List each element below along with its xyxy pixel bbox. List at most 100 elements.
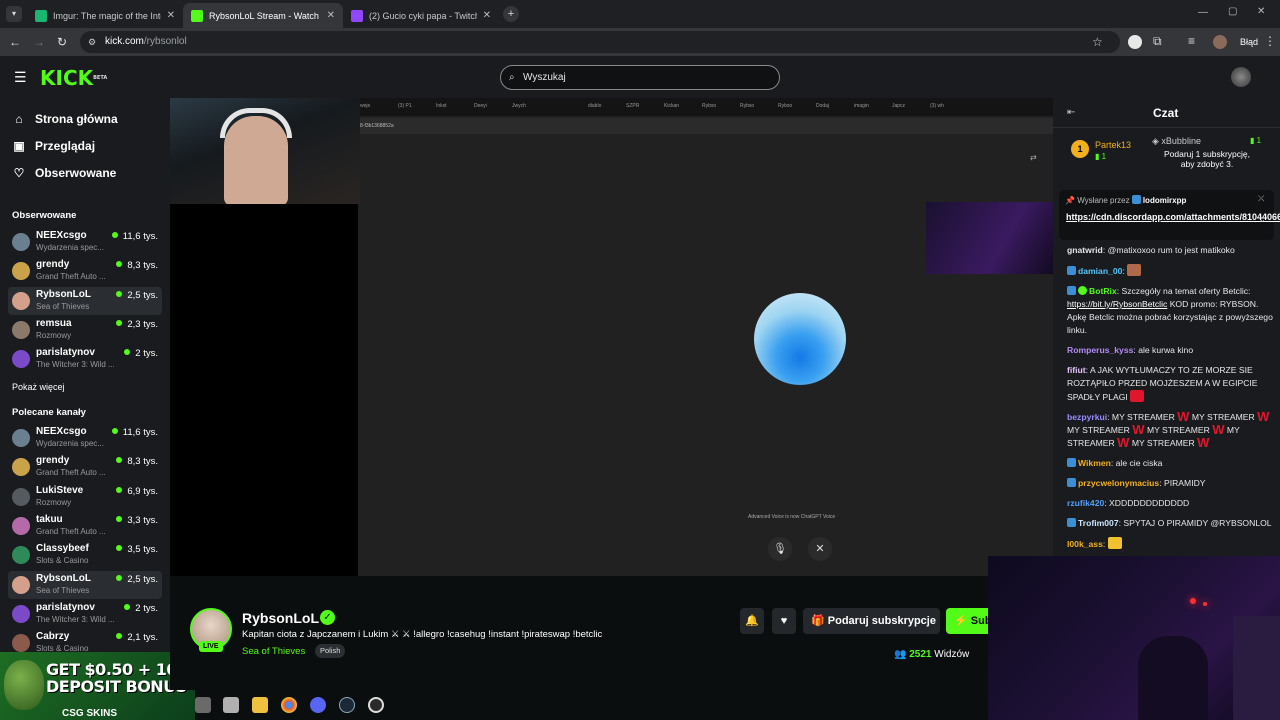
- user-avatar[interactable]: [1231, 67, 1251, 87]
- new-tab-icon[interactable]: +: [503, 6, 519, 22]
- tab-kick[interactable]: RybsonLoL Stream - Watch Live ✕: [183, 3, 343, 28]
- browser-menu-icon[interactable]: ⋮: [1264, 34, 1276, 48]
- kick-logo[interactable]: KICKBETA: [40, 68, 107, 88]
- sidebar-channel-parislatynov[interactable]: parislatynov The Witcher 3: Wild ... 2 tys…: [8, 345, 162, 373]
- chat-link[interactable]: https://bit.ly/RybsonBetclic: [1067, 299, 1167, 309]
- viewer-count-text: 11,6 tys.: [122, 427, 158, 438]
- extension-icon[interactable]: [1128, 35, 1142, 49]
- sidebar-channel-remsua[interactable]: remsua Rozmowy 2,3 tys.: [8, 316, 162, 344]
- sidebar-channel-rybsonlol[interactable]: RybsonLoL Sea of Thieves 2,5 tys.: [8, 570, 162, 599]
- steam-icon[interactable]: [339, 697, 355, 713]
- tab-twitch[interactable]: (2) Gucio cyki papa - Twitch ✕: [343, 3, 499, 28]
- leaderboard-second-count: ▮ 1: [1250, 136, 1262, 145]
- tab-title: RybsonLoL Stream - Watch Live: [209, 10, 321, 21]
- address-bar[interactable]: ⚙ kick.com/rybsonlol ☆: [80, 31, 1120, 53]
- gift-sub-cta[interactable]: Podaruj 1 subskrypcję, aby zdobyć 3.: [1157, 149, 1257, 169]
- chat-username[interactable]: bezpyrkui: [1067, 412, 1107, 422]
- tab-imgur[interactable]: Imgur: The magic of the Interne ✕: [27, 3, 183, 28]
- pinned-by: 📌 Wysłane przez lodomirxpp: [1065, 195, 1186, 205]
- chat-username[interactable]: rzufik420: [1067, 498, 1104, 508]
- streamer-name[interactable]: RybsonLoL: [242, 610, 319, 626]
- media-control-icon[interactable]: ≡: [1188, 34, 1195, 48]
- close-tab-icon[interactable]: ✕: [327, 10, 335, 21]
- notification-bell-icon[interactable]: 🔔: [740, 608, 764, 634]
- sidebar-channel-takuu[interactable]: takuu Grand Theft Auto ... 3,3 tys.: [8, 512, 162, 540]
- video-player[interactable]: weje (3) P1 Inkst Deeyi Jwych diablo SZPR Kicka…: [170, 98, 1053, 576]
- browse-icon: ▣: [13, 139, 25, 153]
- sidebar-channel-lukisteve[interactable]: LukiSteve Rozmowy 6,9 tys.: [8, 483, 162, 511]
- taskview-icon[interactable]: [195, 697, 211, 713]
- sidebar-item-browse[interactable]: ▣ Przeglądaj: [12, 136, 95, 156]
- sidebar-channel-neexcsgo[interactable]: NEEXcsgo Wydarzenia spec... 11,6 tys.: [8, 228, 162, 256]
- maximize-icon[interactable]: ▢: [1228, 6, 1237, 17]
- chat-username[interactable]: BotRix: [1089, 286, 1117, 296]
- folder-icon[interactable]: [252, 697, 268, 713]
- sidebar-channel-rybsonlol[interactable]: RybsonLoL Sea of Thieves 2,5 tys.: [8, 286, 162, 315]
- chat-username[interactable]: damian_00: [1078, 266, 1122, 276]
- w-emote-icon: W: [1257, 409, 1270, 424]
- hamburger-menu-icon[interactable]: ☰: [14, 69, 27, 86]
- leaderboard-first-count: ▮ 1: [1095, 152, 1107, 161]
- chat-username[interactable]: Trofim007: [1078, 518, 1119, 528]
- close-tab-icon[interactable]: ✕: [167, 10, 175, 21]
- sidebar-channel-classybeef[interactable]: Classybeef Slots & Casino 3,5 tys.: [8, 541, 162, 569]
- logo-text: KICK: [40, 66, 94, 90]
- profile-avatar[interactable]: [1213, 35, 1227, 49]
- sidebar-channel-neexcsgo[interactable]: NEEXcsgo Wydarzenia spec... 11,6 tys.: [8, 424, 162, 452]
- obs-icon[interactable]: [368, 697, 384, 713]
- channel-viewers: 2,5 tys.: [116, 574, 158, 585]
- sidebar-channel-grendy[interactable]: grendy Grand Theft Auto ... 8,3 tys.: [8, 453, 162, 481]
- language-tag[interactable]: Polish: [315, 644, 346, 658]
- stream-info: LIVE RybsonLoL ✓ Kapitan ciota z Japczan…: [170, 594, 996, 690]
- sidebar-channel-grendy[interactable]: grendy Grand Theft Auto ... 8,3 tys.: [8, 257, 162, 285]
- promo-banner[interactable]: GET $0.50 + 10% DEPOSIT BONUS CSG SKINS: [0, 652, 195, 720]
- unpin-icon[interactable]: ⤫: [1258, 194, 1264, 204]
- extensions-puzzle-icon[interactable]: ⧉: [1153, 34, 1162, 49]
- chat-username[interactable]: l00k_ass: [1067, 539, 1103, 549]
- channel-viewers: 6,9 tys.: [116, 486, 158, 497]
- chat-username[interactable]: Wikmen: [1078, 458, 1111, 468]
- channel-category: The Witcher 3: Wild ...: [36, 614, 115, 624]
- live-dot-icon: [111, 428, 118, 434]
- sidebar-channel-parislatynov[interactable]: parislatynov The Witcher 3: Wild ... 2 tys…: [8, 600, 162, 628]
- reload-icon[interactable]: ↻: [57, 35, 67, 49]
- leaderboard-second[interactable]: ◈ xBubbline: [1152, 136, 1201, 147]
- collapse-chat-icon[interactable]: ⇤: [1067, 107, 1075, 118]
- follow-heart-icon[interactable]: ♥: [772, 608, 796, 634]
- chat-username[interactable]: fifiut: [1067, 365, 1086, 375]
- sidebar-item-home[interactable]: ⌂ Strona główna: [12, 109, 118, 129]
- leaderboard-first-name[interactable]: Partek13: [1095, 140, 1131, 150]
- profile-status[interactable]: Błąd: [1240, 37, 1258, 47]
- site-info-icon[interactable]: ⚙: [88, 31, 96, 53]
- bookmark-star-icon[interactable]: ☆: [1092, 31, 1103, 53]
- app-icon[interactable]: [223, 697, 239, 713]
- search-input[interactable]: ⌕ Wyszukaj: [500, 65, 780, 90]
- pinned-link[interactable]: https://cdn.discordapp.com/attachments/8…: [1066, 211, 1280, 224]
- nav-label: Strona główna: [35, 112, 118, 126]
- chat-username[interactable]: Romperus_kyss: [1067, 345, 1133, 355]
- live-dot-icon: [116, 574, 123, 581]
- chrome-icon[interactable]: [281, 697, 297, 713]
- search-placeholder: Wyszukaj: [523, 72, 566, 83]
- chat-text: @matixoxoo rum to jest matikoko: [1107, 245, 1235, 255]
- tab-list-dropdown-icon[interactable]: ▾: [6, 6, 22, 22]
- chat-message: Wikmen: ale cie ciska: [1067, 457, 1273, 470]
- streamer-webcam: [170, 98, 360, 204]
- stream-category[interactable]: Sea of Thieves: [242, 646, 305, 657]
- close-tab-icon[interactable]: ✕: [483, 10, 491, 21]
- expand-chevron-icon[interactable]: ⌄: [1259, 215, 1266, 224]
- discord-icon[interactable]: [310, 697, 326, 713]
- sidebar-item-following[interactable]: ♡ Obserwowane: [12, 163, 117, 183]
- gift-sub-label: Podaruj subskrypcje: [827, 615, 936, 627]
- chat-username[interactable]: przycwelonymacius: [1078, 478, 1159, 488]
- close-window-icon[interactable]: ✕: [1257, 6, 1265, 17]
- back-icon[interactable]: ←: [9, 35, 21, 49]
- chat-username[interactable]: gnatwrid: [1067, 245, 1103, 255]
- gift-subscription-button[interactable]: 🎁 Podaruj subskrypcje: [803, 608, 940, 634]
- minimize-icon[interactable]: —: [1198, 7, 1208, 18]
- forward-icon[interactable]: →: [33, 35, 45, 49]
- show-more-link[interactable]: Pokaż więcej: [12, 382, 65, 392]
- chat-message: gnatwrid: @matixoxoo rum to jest matikok…: [1067, 245, 1235, 255]
- channel-category: Slots & Casino: [36, 556, 89, 566]
- chat-text: MY STREAMER: [1131, 438, 1195, 448]
